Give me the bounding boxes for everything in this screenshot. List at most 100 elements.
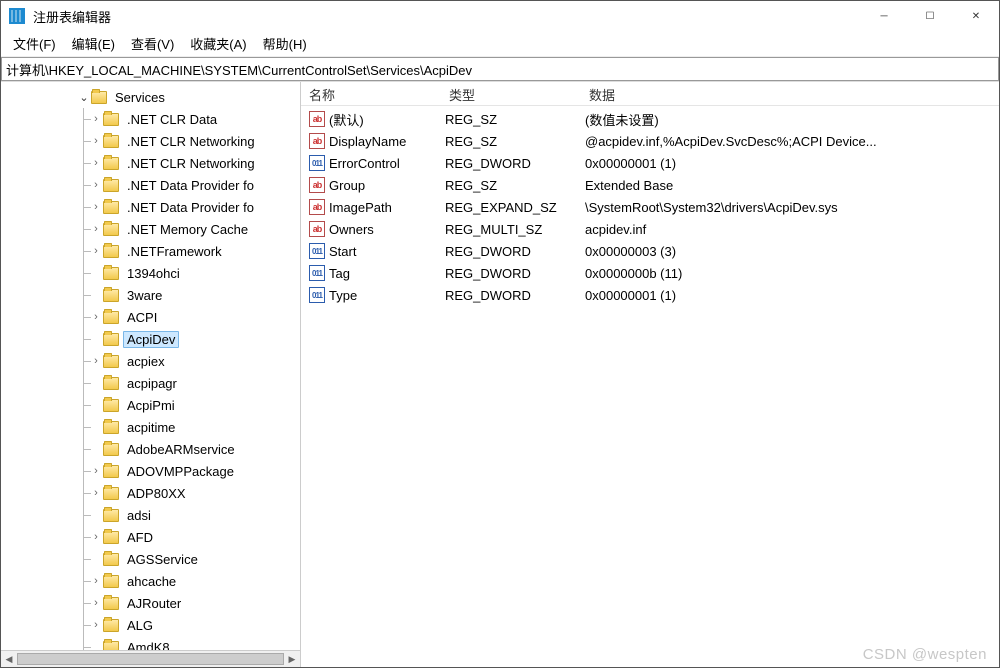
value-row[interactable]: abGroupREG_SZExtended Base xyxy=(301,174,999,196)
tree-connector xyxy=(77,152,89,174)
chevron-right-icon[interactable]: › xyxy=(89,223,103,235)
value-row[interactable]: abDisplayNameREG_SZ@acpidev.inf,%AcpiDev… xyxy=(301,130,999,152)
chevron-right-icon[interactable]: › xyxy=(89,245,103,257)
chevron-right-icon[interactable]: › xyxy=(89,487,103,499)
menu-edit[interactable]: 编辑(E) xyxy=(66,32,121,55)
tree-label: ALG xyxy=(123,617,157,634)
header-data[interactable]: 数据 xyxy=(581,82,999,105)
menu-view[interactable]: 查看(V) xyxy=(125,32,180,55)
value-name: Type xyxy=(329,288,445,303)
tree-connector xyxy=(77,394,89,416)
value-row[interactable]: 011ErrorControlREG_DWORD0x00000001 (1) xyxy=(301,152,999,174)
folder-icon xyxy=(103,333,119,346)
tree-connector xyxy=(77,548,89,570)
tree-item[interactable]: ›.NET CLR Networking xyxy=(1,130,300,152)
chevron-right-icon[interactable]: › xyxy=(89,575,103,587)
tree-item[interactable]: ›.NETFramework xyxy=(1,240,300,262)
close-button[interactable]: ✕ xyxy=(953,1,999,31)
chevron-right-icon[interactable]: › xyxy=(89,179,103,191)
tree-item[interactable]: › ADP80XX xyxy=(1,482,300,504)
tree-item[interactable]: ›.NET Memory Cache xyxy=(1,218,300,240)
maximize-button[interactable]: ☐ xyxy=(907,1,953,31)
tree-connector xyxy=(77,482,89,504)
header-type[interactable]: 类型 xyxy=(441,82,581,105)
address-bar[interactable]: 计算机\HKEY_LOCAL_MACHINE\SYSTEM\CurrentCon… xyxy=(1,57,999,81)
value-name: Group xyxy=(329,178,445,193)
value-row[interactable]: abOwnersREG_MULTI_SZacpidev.inf xyxy=(301,218,999,240)
tree-item[interactable]: adsi xyxy=(1,504,300,526)
values-header[interactable]: 名称 类型 数据 xyxy=(301,82,999,106)
menu-file[interactable]: 文件(F) xyxy=(7,32,62,55)
tree-item[interactable]: › .NET CLR Data xyxy=(1,108,300,130)
chevron-down-icon[interactable]: ⌄ xyxy=(77,91,91,104)
tree-item[interactable]: ›acpiex xyxy=(1,350,300,372)
header-name[interactable]: 名称 xyxy=(301,82,441,105)
menu-favorites[interactable]: 收藏夹(A) xyxy=(184,32,252,55)
value-row[interactable]: 011TypeREG_DWORD0x00000001 (1) xyxy=(301,284,999,306)
value-row[interactable]: ab(默认)REG_SZ(数值未设置) xyxy=(301,108,999,130)
value-name: Tag xyxy=(329,266,445,281)
tree-item[interactable]: AcpiPmi xyxy=(1,394,300,416)
tree-label: .NET Data Provider fo xyxy=(123,177,258,194)
scroll-left-icon[interactable]: ◀ xyxy=(1,651,17,667)
string-value-icon: ab xyxy=(309,177,325,193)
tree-item[interactable]: acpipagr xyxy=(1,372,300,394)
tree-item[interactable]: AdobeARMservice xyxy=(1,438,300,460)
chevron-right-icon[interactable]: › xyxy=(89,157,103,169)
chevron-right-icon[interactable]: › xyxy=(89,135,103,147)
tree-label: .NET CLR Networking xyxy=(123,155,259,172)
chevron-right-icon[interactable]: › xyxy=(89,355,103,367)
tree-item[interactable]: › .NET CLR Networking xyxy=(1,152,300,174)
titlebar[interactable]: 注册表编辑器 ─ ☐ ✕ xyxy=(1,1,999,31)
tree-item[interactable]: AcpiDev xyxy=(1,328,300,350)
menu-help[interactable]: 帮助(H) xyxy=(257,32,313,55)
values-pane[interactable]: 名称 类型 数据 ab(默认)REG_SZ(数值未设置)abDisplayNam… xyxy=(301,82,999,667)
chevron-right-icon[interactable]: › xyxy=(89,619,103,631)
tree-item[interactable]: › .NET Data Provider fo xyxy=(1,174,300,196)
value-row[interactable]: 011StartREG_DWORD0x00000003 (3) xyxy=(301,240,999,262)
chevron-right-icon[interactable]: › xyxy=(89,531,103,543)
tree-hscrollbar[interactable]: ◀ ▶ xyxy=(1,650,300,667)
folder-icon xyxy=(103,553,119,566)
chevron-right-icon[interactable]: › xyxy=(89,465,103,477)
folder-icon xyxy=(103,355,119,368)
tree-label: ADP80XX xyxy=(123,485,190,502)
chevron-right-icon[interactable]: › xyxy=(89,311,103,323)
string-value-icon: ab xyxy=(309,221,325,237)
tree-connector xyxy=(77,570,89,592)
tree-item[interactable]: ›.NET Data Provider fo xyxy=(1,196,300,218)
tree-item[interactable]: ›AJRouter xyxy=(1,592,300,614)
tree-item[interactable]: 3ware xyxy=(1,284,300,306)
tree-item[interactable]: ›AFD xyxy=(1,526,300,548)
value-row[interactable]: 011TagREG_DWORD0x0000000b (11) xyxy=(301,262,999,284)
scroll-thumb[interactable] xyxy=(17,653,284,665)
folder-icon xyxy=(103,267,119,280)
tree-label: .NET CLR Data xyxy=(123,111,221,128)
scroll-right-icon[interactable]: ▶ xyxy=(284,651,300,667)
tree-pane[interactable]: ⌄Services›.NET CLR Data›.NET CLR Network… xyxy=(1,82,301,667)
value-row[interactable]: abImagePathREG_EXPAND_SZ\SystemRoot\Syst… xyxy=(301,196,999,218)
value-data: 0x00000001 (1) xyxy=(585,156,999,171)
tree-item[interactable]: acpitime xyxy=(1,416,300,438)
tree-item[interactable]: ›ACPI xyxy=(1,306,300,328)
folder-icon xyxy=(103,135,119,148)
tree-item[interactable]: › ahcache xyxy=(1,570,300,592)
tree-label: AGSService xyxy=(123,551,202,568)
chevron-right-icon[interactable]: › xyxy=(89,597,103,609)
folder-icon xyxy=(103,399,119,412)
value-data: acpidev.inf xyxy=(585,222,999,237)
chevron-right-icon[interactable]: › xyxy=(89,201,103,213)
tree-item-services[interactable]: ⌄Services xyxy=(1,86,300,108)
value-data: 0x00000001 (1) xyxy=(585,288,999,303)
tree-item[interactable]: AGSService xyxy=(1,548,300,570)
tree-item[interactable]: AmdK8 xyxy=(1,636,300,650)
chevron-right-icon[interactable]: › xyxy=(89,113,103,125)
tree-item[interactable]: ›ADOVMPPackage xyxy=(1,460,300,482)
value-type: REG_DWORD xyxy=(445,266,585,281)
tree-item[interactable]: 1394ohci xyxy=(1,262,300,284)
tree-label: ahcache xyxy=(123,573,180,590)
minimize-button[interactable]: ─ xyxy=(861,1,907,31)
tree-connector xyxy=(77,174,89,196)
tree-item[interactable]: › ALG xyxy=(1,614,300,636)
folder-icon xyxy=(91,91,107,104)
